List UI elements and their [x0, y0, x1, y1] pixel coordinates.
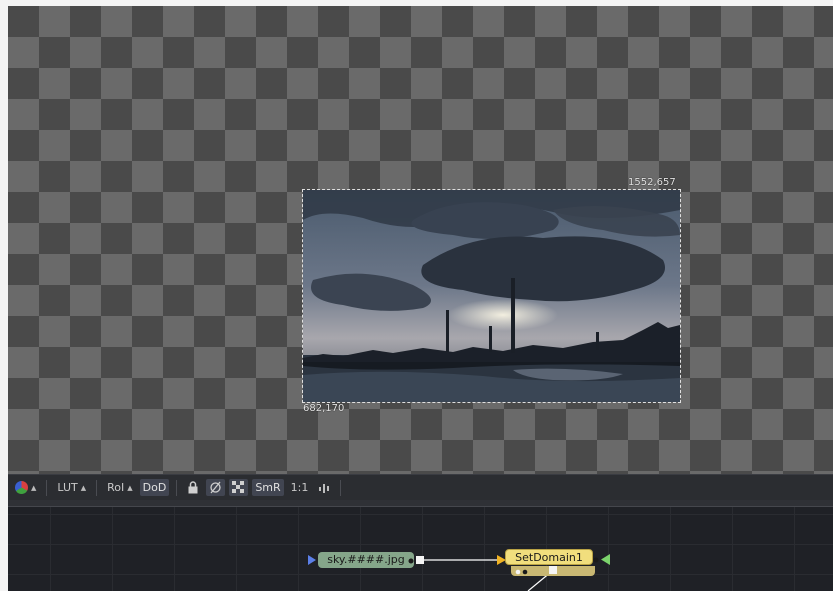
dod-label: DoD	[142, 481, 167, 494]
chevron-up-icon: ▲	[127, 483, 133, 492]
lock-icon	[188, 481, 198, 494]
levels-icon	[319, 483, 330, 493]
roi-label: RoI	[107, 481, 125, 494]
smr-button[interactable]: SmR	[252, 479, 284, 496]
toolbar-divider	[340, 479, 342, 496]
sky-image	[303, 190, 680, 402]
dod-top-right-coordinate: 1552,657	[628, 177, 676, 188]
viewer-toolbar: ▲ LUT ▲ RoI ▲ DoD SmR 1:1	[8, 474, 833, 500]
loader-output-port[interactable]	[416, 556, 424, 564]
dod-bottom-left-coordinate: 682,170	[303, 403, 345, 414]
toolbar-divider	[176, 479, 178, 496]
setdomain-node-label: SetDomain1	[515, 551, 583, 564]
setdomain-mask-dots-icon	[515, 569, 528, 575]
loader-node[interactable]: sky.####.jpg	[318, 552, 414, 568]
setdomain-node[interactable]: SetDomain1	[505, 549, 593, 565]
lut-button[interactable]: LUT ▲	[54, 479, 89, 496]
zoom-button[interactable]: 1:1	[288, 479, 312, 496]
zoom-label: 1:1	[290, 481, 309, 494]
toolbar-divider	[96, 479, 98, 496]
flow-editor[interactable]: sky.####.jpg SetDomain1	[8, 507, 833, 591]
smr-label: SmR	[255, 481, 281, 494]
image-frame[interactable]	[302, 189, 681, 403]
color-channels-icon	[15, 481, 28, 494]
checker-toggle-button[interactable]	[229, 479, 249, 496]
chevron-up-icon: ▲	[31, 483, 37, 492]
levels-button[interactable]	[315, 480, 333, 496]
dod-button[interactable]: DoD	[139, 479, 170, 496]
setdomain-output-square[interactable]	[549, 566, 557, 574]
loader-dot-icon	[408, 558, 414, 564]
no-symbol-icon	[210, 481, 221, 494]
setdomain-dot-icon	[593, 557, 599, 563]
fusion-app: 1552,657 682,170 ▲ LUT ▲ RoI ▲ DoD SmR 1…	[8, 6, 833, 591]
lock-button[interactable]	[184, 479, 202, 496]
viewer-canvas[interactable]: 1552,657 682,170	[8, 6, 833, 474]
checkerboard-icon	[232, 481, 245, 493]
lut-label: LUT	[57, 481, 78, 494]
toolbar-divider	[46, 479, 48, 496]
setdomain-output-port-icon[interactable]	[601, 554, 610, 565]
color-channels-button[interactable]: ▲	[12, 479, 39, 496]
loader-node-label: sky.####.jpg	[327, 553, 405, 566]
loader-input-port-icon[interactable]	[308, 555, 316, 565]
roi-button[interactable]: RoI ▲	[104, 479, 136, 496]
node-wires	[422, 559, 552, 591]
slash-toggle-button[interactable]	[206, 479, 226, 496]
panel-splitter[interactable]	[8, 500, 833, 507]
chevron-up-icon: ▲	[80, 483, 87, 492]
